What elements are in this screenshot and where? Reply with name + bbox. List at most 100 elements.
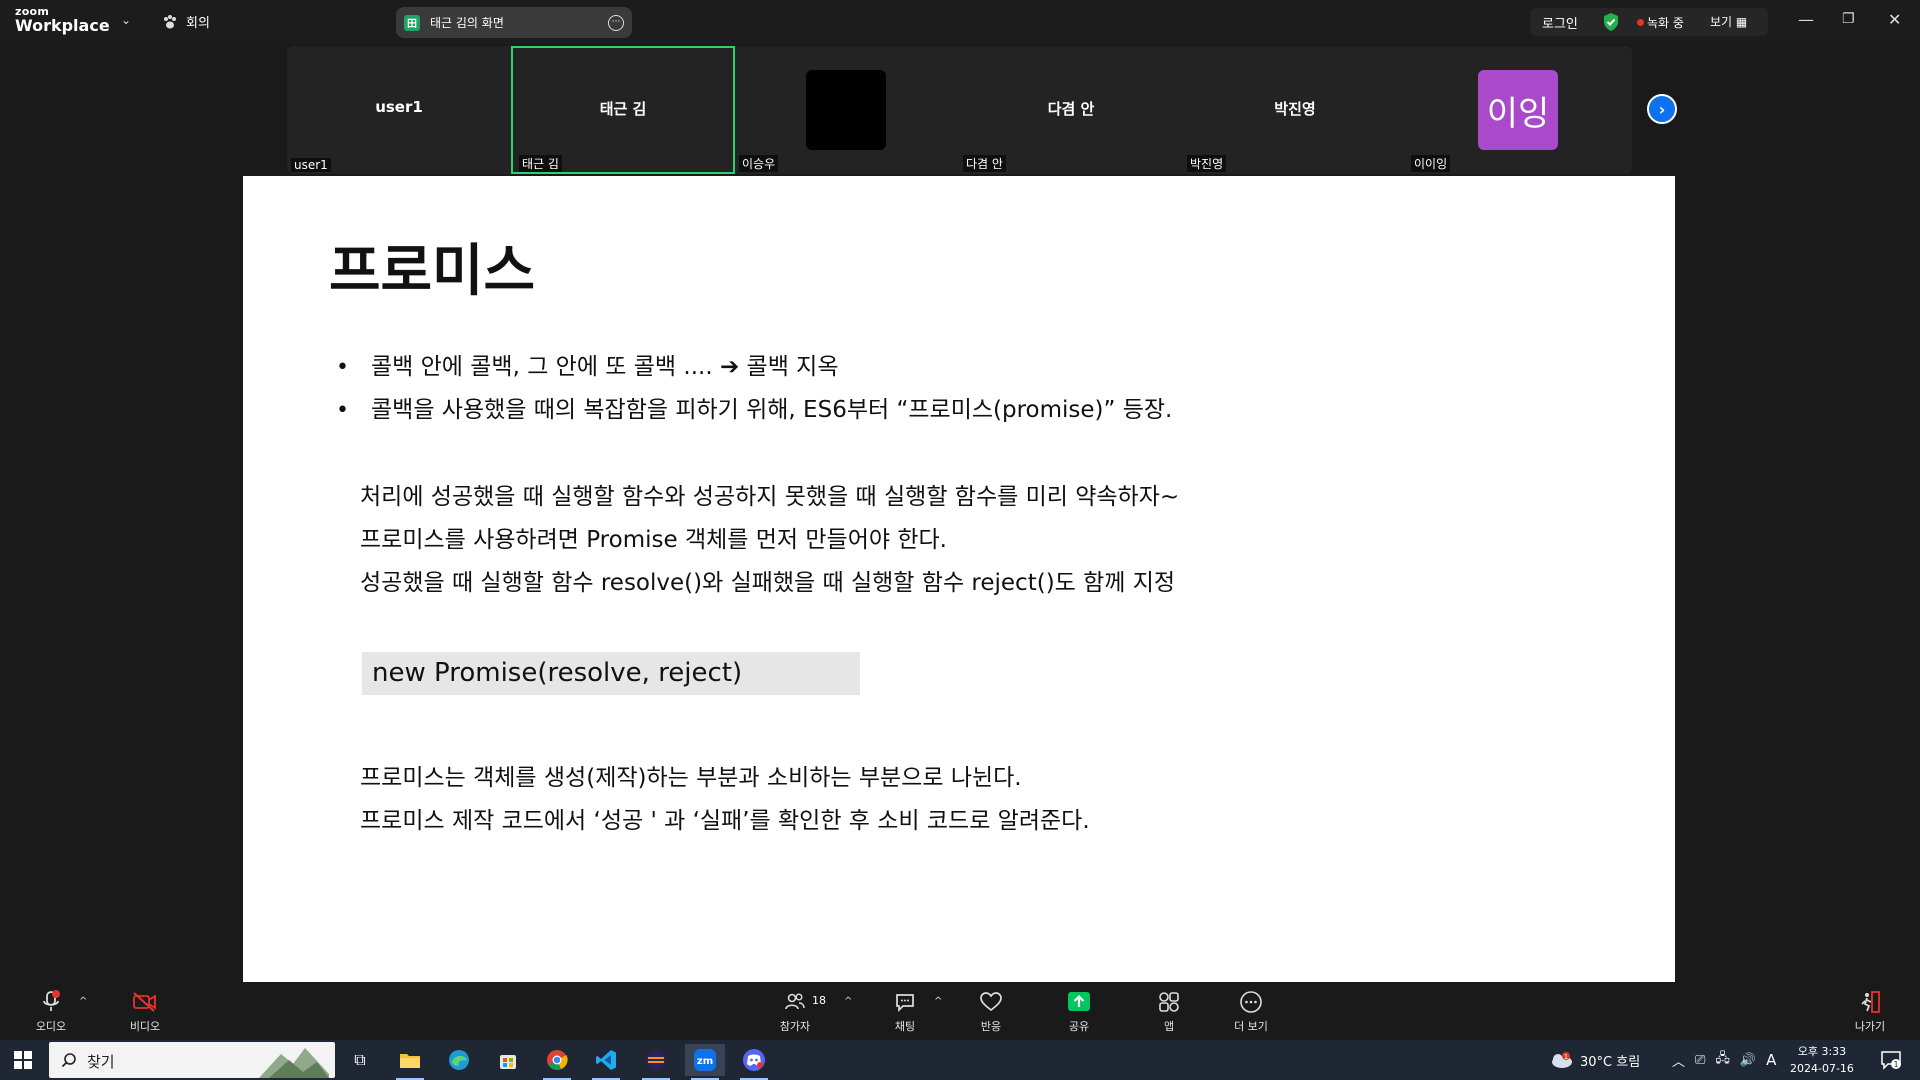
- restore-icon[interactable]: ❐: [1842, 11, 1855, 27]
- participant-tile[interactable]: user1 user1: [287, 46, 511, 174]
- clock-date: 2024-07-16: [1790, 1062, 1854, 1075]
- paragraph-line: 프로미스는 객체를 생성(제작)하는 부분과 소비하는 부분으로 나뉜다.: [360, 765, 1022, 791]
- bullet-item: 콜백을 사용했을 때의 복잡함을 피하기 위해, ES6부터 “프로미스(pro…: [336, 389, 1172, 432]
- chat-label: 채팅: [894, 1020, 916, 1033]
- audio-options-caret-icon[interactable]: ^: [79, 996, 87, 1007]
- participant-name-tag: 태근 김: [519, 155, 562, 172]
- participant-video: [806, 70, 886, 150]
- apps-label: 앱: [1163, 1020, 1175, 1033]
- discord-button[interactable]: [734, 1044, 774, 1080]
- chrome-icon: [547, 1050, 568, 1070]
- share-label: 공유: [1068, 1020, 1090, 1033]
- view-button[interactable]: 보기 ▦: [1710, 13, 1747, 30]
- zoom-logo[interactable]: zoom Workplace: [15, 6, 110, 34]
- slide-paragraph: 프로미스는 객체를 생성(제작)하는 부분과 소비하는 부분으로 나뉜다. 프로…: [360, 757, 1090, 843]
- network-icon[interactable]: 🖧: [1715, 1049, 1730, 1071]
- leave-button[interactable]: 나가기: [1830, 990, 1910, 1034]
- tray-overflow-chevron-icon[interactable]: ︿: [1672, 1051, 1685, 1070]
- minimize-icon[interactable]: —: [1798, 10, 1814, 29]
- clock-time: 오후 3:33: [1797, 1045, 1847, 1058]
- chrome-button[interactable]: [537, 1044, 577, 1080]
- recording-status[interactable]: 녹화 중: [1647, 14, 1684, 31]
- participants-icon: [785, 993, 805, 1010]
- store-icon: [500, 1055, 516, 1069]
- apps-icon: [1159, 992, 1179, 1012]
- volume-icon[interactable]: 🔊: [1740, 1053, 1756, 1068]
- participant-tile[interactable]: 이잉 이이잉: [1407, 46, 1631, 174]
- reactions-button[interactable]: 반응: [951, 990, 1031, 1034]
- slide-paragraph: 처리에 성공했을 때 실행할 함수와 성공하지 못했을 때 실행할 함수를 미리…: [360, 476, 1179, 605]
- view-label: 보기: [1710, 15, 1733, 29]
- windows-start-button[interactable]: [3, 1044, 43, 1076]
- notification-count: 1: [1893, 1060, 1898, 1069]
- edge-button[interactable]: [439, 1044, 479, 1076]
- meet-now-icon[interactable]: ⎚: [1695, 1053, 1705, 1068]
- next-page-button[interactable]: ›: [1647, 94, 1677, 124]
- file-explorer-button[interactable]: [390, 1044, 430, 1080]
- participant-tile[interactable]: 이승우: [735, 46, 959, 174]
- paragraph-line: 성공했을 때 실행할 함수 resolve()와 실패했을 때 실행할 함수 r…: [360, 570, 1176, 596]
- leave-icon: [1861, 991, 1880, 1013]
- ime-indicator[interactable]: A: [1766, 1051, 1776, 1069]
- shared-screen: 프로미스 콜백 안에 콜백, 그 안에 또 콜백 .... ➔ 콜백 지옥 콜백…: [243, 176, 1675, 982]
- chevron-down-icon[interactable]: ⌄: [121, 13, 131, 27]
- search-icon: [61, 1053, 76, 1068]
- spreadsheet-app-icon: 田: [404, 14, 420, 31]
- chat-button[interactable]: 채팅: [865, 990, 945, 1034]
- participants-options-caret-icon[interactable]: ^: [844, 996, 852, 1007]
- system-tray: ︿ ⎚ 🖧 🔊 A: [1672, 1040, 1776, 1080]
- weather-widget[interactable]: 1 30°C 흐림: [1548, 1040, 1640, 1080]
- recording-dot-icon: [1637, 19, 1644, 26]
- task-view-button[interactable]: ⧉: [340, 1044, 380, 1076]
- meeting-label: 회의: [186, 16, 210, 31]
- code-snippet: new Promise(resolve, reject): [362, 652, 860, 695]
- participant-name-tag: 이이잉: [1411, 155, 1451, 172]
- login-button[interactable]: 로그인: [1542, 13, 1578, 32]
- reactions-label: 반응: [980, 1020, 1002, 1033]
- search-placeholder: 찾기: [87, 1053, 115, 1071]
- share-screen-icon: [1068, 992, 1090, 1011]
- taskbar-search[interactable]: 찾기: [49, 1042, 335, 1078]
- participants-label: 참가자: [779, 1020, 811, 1033]
- zoom-app-button[interactable]: zm: [685, 1044, 725, 1080]
- cloud-icon: 1: [1552, 1052, 1572, 1068]
- shield-check-icon[interactable]: [1602, 12, 1620, 32]
- participant-tile[interactable]: 다겸 안 다겸 안: [959, 46, 1183, 174]
- participant-strip: user1 user1 태근 김 태근 김 이승우 다겸 안 다겸 안 박진영 …: [287, 46, 1632, 174]
- status-pill: 로그인 녹화 중 보기 ▦: [1530, 8, 1768, 36]
- participant-name-tag: user1: [291, 158, 331, 172]
- notification-icon: 1: [1881, 1051, 1901, 1070]
- video-button[interactable]: 비디오: [105, 990, 185, 1034]
- participant-name-tag: 이승우: [739, 155, 779, 172]
- store-button[interactable]: [488, 1044, 528, 1076]
- logo-line2: Workplace: [15, 16, 110, 35]
- chat-options-caret-icon[interactable]: ^: [934, 996, 942, 1007]
- participant-tile-active-speaker[interactable]: 태근 김 태근 김: [511, 46, 735, 174]
- avatar: 이잉: [1478, 70, 1558, 150]
- vscode-button[interactable]: [586, 1044, 626, 1080]
- zoom-app-icon: zm: [694, 1049, 716, 1071]
- participant-display-name: 태근 김: [599, 100, 647, 118]
- weather-badge: 1: [1564, 1053, 1568, 1061]
- participant-tile[interactable]: 박진영 박진영: [1183, 46, 1407, 174]
- weather-text: 30°C 흐림: [1580, 1054, 1641, 1070]
- slide-title: 프로미스: [329, 239, 536, 304]
- paragraph-line: 프로미스 제작 코드에서 ‘성공 ' 과 ‘실패’를 확인한 후 소비 코드로 …: [360, 808, 1090, 834]
- participant-name-tag: 박진영: [1187, 155, 1227, 172]
- taskbar-clock[interactable]: 오후 3:33 2024-07-16: [1790, 1043, 1854, 1077]
- apps-button[interactable]: 앱: [1129, 990, 1209, 1034]
- share-button[interactable]: 공유: [1039, 990, 1119, 1034]
- more-button[interactable]: 더 보기: [1211, 990, 1291, 1034]
- close-icon[interactable]: ✕: [1888, 10, 1901, 29]
- share-screen-pill[interactable]: 田 태근 김의 화면 ···: [396, 7, 632, 38]
- more-options-icon[interactable]: ···: [608, 14, 624, 31]
- meeting-menu-button[interactable]: 회의: [162, 12, 210, 31]
- more-label: 더 보기: [1234, 1020, 1268, 1033]
- vscode-icon: [596, 1050, 616, 1070]
- title-bar: zoom Workplace ⌄ 회의 田 태근 김의 화면 ··· 로그인 녹…: [0, 0, 1920, 44]
- edge-browser-icon: [449, 1050, 469, 1070]
- eclipse-button[interactable]: [636, 1044, 676, 1080]
- heart-icon: [980, 992, 1002, 1012]
- notification-center-button[interactable]: 1: [1880, 1040, 1902, 1080]
- bullet-item: 콜백 안에 콜백, 그 안에 또 콜백 .... ➔ 콜백 지옥: [336, 346, 1172, 389]
